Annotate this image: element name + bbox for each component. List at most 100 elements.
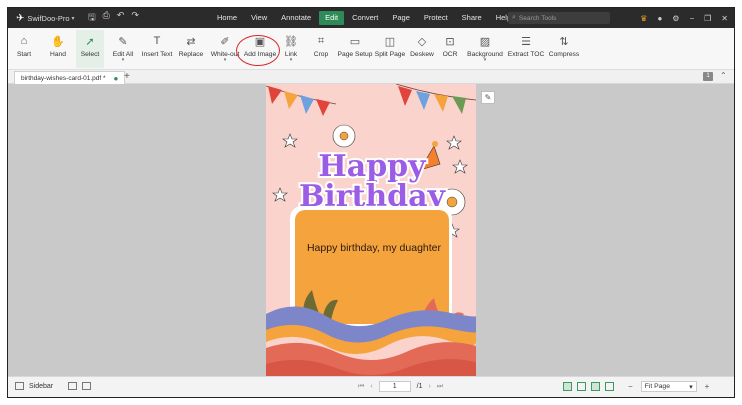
tool-label: Hand bbox=[50, 51, 66, 58]
tool-link-button[interactable]: ⛓ Link ▾ bbox=[280, 30, 302, 68]
daisy-flower bbox=[332, 124, 356, 148]
unsaved-dot-icon: ● bbox=[113, 73, 119, 83]
bunting-flag bbox=[300, 95, 314, 114]
chevron-down-icon[interactable]: ▾ bbox=[224, 58, 227, 63]
page-number-input[interactable]: 1 bbox=[378, 381, 411, 392]
page-setup-icon: ▭ bbox=[349, 35, 361, 48]
tool-label: Split Page bbox=[374, 51, 406, 58]
tool-deskew-button[interactable]: ◇ Deskew bbox=[409, 30, 435, 68]
chevron-down-icon[interactable]: ▾ bbox=[290, 58, 293, 63]
menu-page[interactable]: Page bbox=[386, 11, 416, 25]
tool-edit-all-button[interactable]: ✎ Edit All ▾ bbox=[110, 30, 136, 68]
continuous-view-icon[interactable] bbox=[577, 382, 586, 391]
link-icon: ⛓ bbox=[284, 35, 298, 48]
search-icon: ⌕ bbox=[512, 14, 516, 21]
tool-start-button[interactable]: ⌂ Start bbox=[12, 30, 36, 68]
menu-view[interactable]: View bbox=[245, 11, 273, 25]
redo-icon[interactable]: ↷ bbox=[131, 10, 139, 26]
search-tools-input[interactable]: ⌕ Search Tools bbox=[508, 12, 610, 24]
main-menu: Home View Annotate Edit Convert Page Protect Sh… bbox=[211, 8, 519, 28]
window-controls: ♛ ● ⚙ − ❐ ✕ bbox=[640, 8, 728, 28]
tool-label: Crop bbox=[313, 51, 329, 58]
menu-share[interactable]: Share bbox=[456, 11, 488, 25]
menu-convert[interactable]: Convert bbox=[346, 11, 384, 25]
undo-icon[interactable]: ↶ bbox=[117, 10, 125, 26]
last-page-icon[interactable]: ⏭ bbox=[437, 383, 443, 391]
insert-text-icon: T bbox=[153, 35, 161, 47]
edit-pen-icon[interactable]: ✎ bbox=[481, 91, 495, 104]
bunting-flag bbox=[268, 86, 282, 104]
print-icon[interactable]: ⎙ bbox=[103, 10, 110, 26]
document-workspace[interactable]: Happy Birthday Happy birthday, my duaght… bbox=[8, 84, 734, 376]
grid-view-icon[interactable] bbox=[605, 382, 614, 391]
tool-crop-button[interactable]: ⌗ Crop bbox=[310, 30, 332, 68]
first-page-icon[interactable]: ⏮ bbox=[358, 383, 364, 391]
document-tab-bar: birthday-wishes-card-01.pdf * ● + 1 ⌃ bbox=[8, 70, 734, 84]
account-icon[interactable]: ● bbox=[657, 14, 662, 23]
red-highlight-circle bbox=[236, 35, 280, 66]
title-bar: ✈ SwifDoo-Pro ▾ 🖫 ⎙ ↶ ↷ Home View Annotate… bbox=[8, 8, 734, 28]
bunting-flag bbox=[316, 99, 330, 116]
bunting-flag bbox=[452, 96, 466, 114]
star-shape bbox=[282, 133, 298, 148]
settings-icon[interactable]: ⚙ bbox=[672, 14, 679, 23]
menu-protect[interactable]: Protect bbox=[418, 11, 454, 25]
menu-edit[interactable]: Edit bbox=[319, 11, 345, 25]
close-icon[interactable]: ✕ bbox=[721, 14, 728, 23]
page-minus-icon[interactable] bbox=[82, 382, 92, 390]
tool-extract-toc-button[interactable]: ☰ Extract TOC bbox=[507, 30, 545, 68]
message-panel bbox=[295, 210, 449, 324]
tool-label: Insert Text bbox=[141, 51, 173, 58]
tool-label: Start bbox=[16, 51, 32, 58]
sidebar-toggle[interactable]: Sidebar bbox=[15, 382, 92, 390]
total-pages: /1 bbox=[416, 383, 423, 390]
tool-label: Replace bbox=[178, 51, 204, 58]
tool-hand-button[interactable]: ✋ Hand bbox=[44, 30, 72, 68]
hand-icon: ✋ bbox=[51, 35, 65, 48]
swifdoo-logo-icon: ✈ bbox=[16, 12, 25, 24]
status-bar: Sidebar ⏮ ‹ 1 /1 › ⏭ − Fit Page ▾ + bbox=[8, 376, 734, 397]
two-page-view-icon[interactable] bbox=[591, 382, 600, 391]
menu-home[interactable]: Home bbox=[211, 11, 243, 25]
document-tab[interactable]: birthday-wishes-card-01.pdf * ● bbox=[14, 71, 126, 84]
white-out-icon: ✐ bbox=[220, 35, 230, 48]
prev-page-icon[interactable]: ‹ bbox=[370, 383, 372, 390]
minimize-icon[interactable]: − bbox=[689, 14, 694, 23]
chevron-down-icon[interactable]: ▾ bbox=[484, 58, 487, 63]
tool-label: Extract TOC bbox=[507, 51, 545, 58]
tool-ocr-button[interactable]: ⊡ OCR bbox=[440, 30, 460, 68]
tool-select-button[interactable]: ➚ Select bbox=[76, 30, 104, 68]
tool-compress-button[interactable]: ⇅ Compress bbox=[548, 30, 580, 68]
tool-background-button[interactable]: ▨ Background ▾ bbox=[466, 30, 504, 68]
crop-icon: ⌗ bbox=[317, 34, 325, 47]
zoom-out-icon[interactable]: − bbox=[628, 382, 633, 391]
add-tab-button[interactable]: + bbox=[124, 70, 130, 84]
sidebar-icon bbox=[15, 382, 24, 390]
collapse-icon[interactable]: ⌃ bbox=[720, 71, 727, 80]
card-message[interactable]: Happy birthday, my duaghter bbox=[294, 242, 454, 254]
tool-split-page-button[interactable]: ◫ Split Page bbox=[374, 30, 406, 68]
tool-replace-button[interactable]: ⇄ Replace bbox=[177, 30, 205, 68]
single-page-view-icon[interactable] bbox=[563, 382, 572, 391]
pdf-page[interactable]: Happy Birthday Happy birthday, my duaght… bbox=[266, 84, 476, 376]
zoom-in-icon[interactable]: + bbox=[705, 382, 710, 391]
page-plus-icon[interactable] bbox=[68, 382, 78, 390]
app-logo[interactable]: ✈ SwifDoo-Pro ▾ bbox=[16, 13, 78, 24]
tool-page-setup-button[interactable]: ▭ Page Setup bbox=[338, 30, 373, 68]
tool-label: OCR bbox=[442, 51, 458, 58]
menu-annotate[interactable]: Annotate bbox=[275, 11, 317, 25]
star-shape bbox=[272, 187, 288, 202]
chevron-down-icon: ▾ bbox=[71, 15, 75, 22]
zoom-select[interactable]: Fit Page ▾ bbox=[640, 381, 697, 392]
notification-badge[interactable]: 1 bbox=[703, 72, 713, 81]
tool-insert-text-button[interactable]: T Insert Text bbox=[141, 30, 173, 68]
next-page-icon[interactable]: › bbox=[429, 383, 431, 390]
save-icon[interactable]: 🖫 bbox=[88, 10, 96, 26]
edit-toolbar: ⌂ Start ✋ Hand ➚ Select ✎ Edit All ▾ T Insert Text… bbox=[8, 28, 734, 70]
birthday-card-artwork: Happy Birthday bbox=[266, 84, 476, 376]
premium-icon[interactable]: ♛ bbox=[640, 14, 647, 23]
chevron-down-icon[interactable]: ▾ bbox=[122, 58, 125, 63]
restore-icon[interactable]: ❐ bbox=[704, 14, 711, 23]
tool-label: Deskew bbox=[410, 51, 434, 58]
page-navigation: ⏮ ‹ 1 /1 › ⏭ bbox=[358, 381, 443, 392]
